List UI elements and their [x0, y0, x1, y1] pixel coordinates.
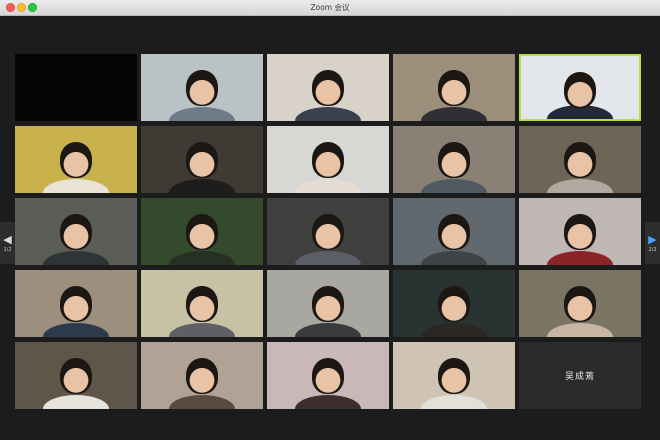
participant-tile[interactable] — [15, 126, 137, 193]
title-bar: Zoom 会议 — [0, 0, 660, 16]
video-background — [15, 54, 137, 121]
participant-tile[interactable] — [15, 342, 137, 409]
previous-page-button[interactable]: ◀ 1/2 — [0, 222, 15, 264]
participant-face — [312, 70, 344, 106]
participant-tile[interactable] — [15, 270, 137, 337]
participant-tile[interactable] — [519, 198, 641, 265]
participant-tile[interactable] — [141, 342, 263, 409]
participant-face — [312, 214, 344, 250]
next-page-label: 2/2 — [648, 246, 657, 253]
participant-face — [564, 142, 596, 178]
participant-face — [186, 358, 218, 394]
participant-face — [60, 286, 92, 322]
participant-face — [60, 142, 92, 178]
participant-face — [186, 214, 218, 250]
participant-tile[interactable]: 吴成蔫 — [519, 342, 641, 409]
participant-face — [60, 358, 92, 394]
participant-tile[interactable] — [393, 270, 515, 337]
participant-tile[interactable] — [267, 54, 389, 121]
participant-name: 吴成蔫 — [564, 372, 595, 382]
participant-tile[interactable] — [267, 126, 389, 193]
participant-tile[interactable] — [267, 270, 389, 337]
participant-face — [312, 286, 344, 322]
participant-face — [60, 214, 92, 250]
participant-tile[interactable] — [393, 198, 515, 265]
next-page-button[interactable]: ▶ 2/2 — [645, 222, 660, 264]
participant-face — [186, 70, 218, 106]
chevron-left-icon: ◀ — [3, 232, 12, 246]
zoom-window: Zoom 会议 ◀ 1/2 吴成蔫 ▶ 2/2 — [0, 0, 660, 440]
gallery-view: 吴成蔫 — [15, 54, 645, 410]
participant-tile[interactable] — [519, 54, 641, 121]
participant-tile[interactable] — [393, 126, 515, 193]
participant-face — [564, 286, 596, 322]
participant-face — [186, 142, 218, 178]
participant-tile[interactable] — [15, 54, 137, 121]
participant-face — [438, 214, 470, 250]
participant-face — [438, 142, 470, 178]
participant-tile[interactable] — [519, 270, 641, 337]
participant-tile[interactable] — [15, 198, 137, 265]
window-title: Zoom 会议 — [310, 3, 350, 12]
participant-face — [564, 214, 596, 250]
participant-tile[interactable] — [519, 126, 641, 193]
participant-face — [438, 358, 470, 394]
participant-tile[interactable] — [267, 342, 389, 409]
participant-tile[interactable] — [141, 126, 263, 193]
meeting-stage: ◀ 1/2 吴成蔫 ▶ 2/2 — [0, 16, 660, 440]
participant-face — [564, 72, 596, 108]
chevron-right-icon: ▶ — [648, 232, 657, 246]
participant-face — [438, 70, 470, 106]
participant-tile[interactable] — [393, 54, 515, 121]
participant-tile[interactable] — [393, 342, 515, 409]
participant-tile[interactable] — [141, 54, 263, 121]
participant-face — [186, 286, 218, 322]
participant-tile[interactable] — [267, 198, 389, 265]
participant-face — [312, 358, 344, 394]
participant-face — [312, 142, 344, 178]
participant-face — [438, 286, 470, 322]
participant-tile[interactable] — [141, 270, 263, 337]
previous-page-label: 1/2 — [3, 246, 12, 253]
participant-tile[interactable] — [141, 198, 263, 265]
